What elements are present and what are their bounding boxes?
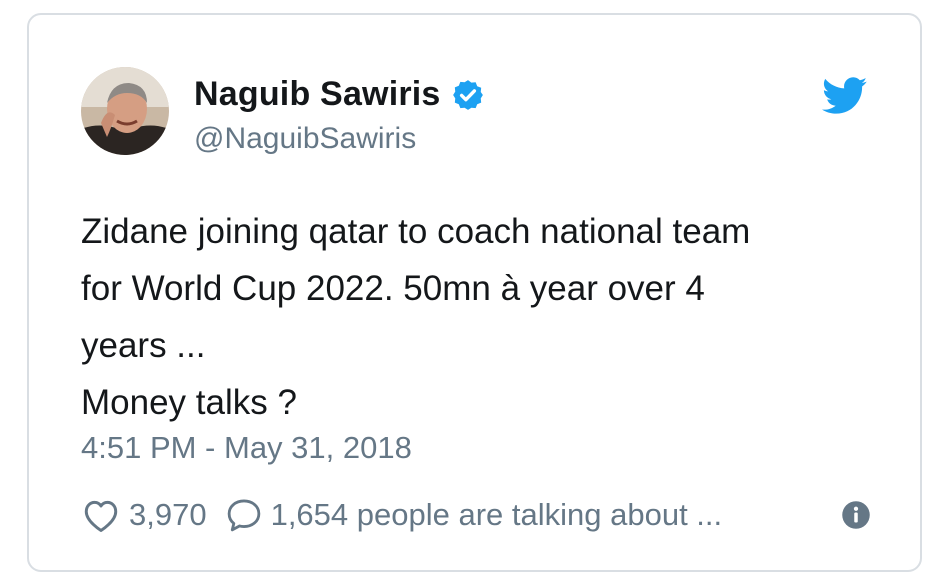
tweet-text-line: Zidane joining qatar to coach national t…: [81, 212, 751, 251]
author-row: Naguib Sawiris: [194, 75, 485, 114]
like-count: 3,970: [129, 497, 207, 532]
tweet-text: Zidane joining qatar to coach national t…: [81, 203, 881, 431]
profile-photo: [81, 67, 169, 155]
avatar[interactable]: [81, 67, 169, 155]
speech-bubble-icon: [225, 497, 263, 533]
twitter-bird-icon[interactable]: [822, 77, 868, 115]
tweet-text-line: years ...: [81, 326, 206, 365]
verified-badge-icon: [451, 78, 485, 112]
tweet-actions: 3,970 1,654 people are talking about ...: [81, 493, 871, 537]
author-handle[interactable]: @NaguibSawiris: [194, 122, 416, 156]
like-button[interactable]: 3,970: [81, 497, 207, 533]
reply-button[interactable]: 1,654 people are talking about ...: [207, 497, 723, 533]
info-icon[interactable]: [841, 500, 871, 530]
tweet-text-line: Money talks ?: [81, 383, 297, 422]
tweet-text-line: for World Cup 2022. 50mn à year over 4: [81, 269, 705, 308]
talking-count: 1,654 people are talking about ...: [270, 497, 723, 532]
tweet-card[interactable]: Naguib Sawiris @NaguibSawiris Zidane joi…: [27, 13, 922, 572]
author-name[interactable]: Naguib Sawiris: [194, 75, 441, 114]
tweet-timestamp[interactable]: 4:51 PM - May 31, 2018: [81, 430, 412, 466]
heart-icon: [81, 497, 121, 533]
